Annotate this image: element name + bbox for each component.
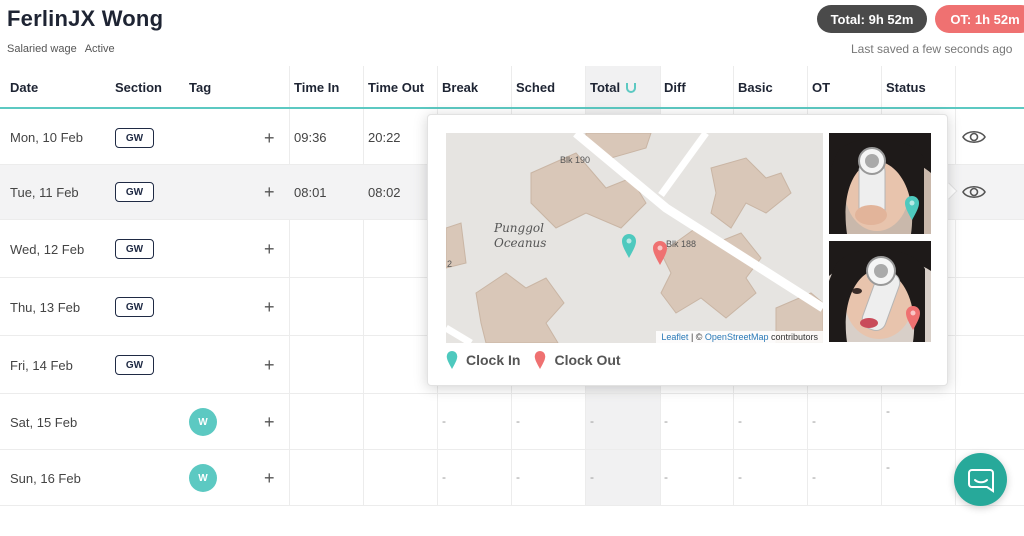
header-sched[interactable]: Sched	[516, 80, 555, 95]
employee-meta: Salaried wage Active	[7, 43, 115, 55]
break-value: -	[442, 470, 446, 484]
eye-icon[interactable]	[962, 184, 986, 200]
status-value: -	[886, 460, 890, 474]
table-row[interactable]: Sat, 15 Feb W + - - - - - - -	[0, 394, 1024, 450]
legend-clock-out: Clock Out	[554, 352, 621, 368]
location-popup: Blk 190 Blk 188 Punggol Oceanus 2 Leafle…	[427, 114, 948, 386]
tag-badge[interactable]: W	[189, 464, 217, 492]
legend-clock-in: Clock In	[466, 352, 521, 368]
add-tag-icon[interactable]: +	[264, 356, 275, 374]
map-label-blk188: Blk 188	[666, 239, 697, 249]
sched-value: -	[516, 470, 520, 484]
total-value: -	[590, 414, 594, 428]
row-date: Fri, 14 Feb	[10, 358, 73, 373]
status-value: -	[886, 404, 890, 418]
eye-icon[interactable]	[962, 129, 986, 145]
row-date: Tue, 11 Feb	[10, 185, 79, 200]
clock-in-pin-icon	[446, 351, 458, 369]
map-label-place: Oceanus	[494, 236, 547, 250]
section-badge[interactable]: GW	[115, 297, 154, 317]
table-row[interactable]: Sun, 16 Feb W + - - - - - - -	[0, 450, 1024, 506]
clock-out-pin-icon	[906, 306, 920, 330]
leaflet-link[interactable]: Leaflet	[661, 332, 688, 342]
section-badge[interactable]: GW	[115, 128, 154, 148]
time-out-value[interactable]: 20:22	[368, 130, 401, 145]
time-in-value[interactable]: 09:36	[294, 130, 327, 145]
clock-in-photo[interactable]	[829, 133, 931, 234]
break-value: -	[442, 414, 446, 428]
employee-name: FerlinJX Wong	[7, 6, 164, 31]
diff-value: -	[664, 470, 668, 484]
total-hours-pill: Total: 9h 52m	[817, 5, 927, 33]
row-date: Thu, 13 Feb	[10, 300, 81, 315]
ot-hours-pill: OT: 1h 52m	[935, 5, 1024, 33]
ot-value: -	[812, 470, 816, 484]
map-legend: Clock In Clock Out	[446, 350, 635, 370]
chat-icon	[967, 468, 994, 493]
chat-launcher-button[interactable]	[954, 453, 1007, 506]
header-diff[interactable]: Diff	[664, 80, 686, 95]
employee-status: Active	[84, 43, 115, 55]
header-break[interactable]: Break	[442, 80, 478, 95]
header-total[interactable]: Total	[590, 80, 637, 95]
row-date: Sun, 16 Feb	[10, 471, 81, 486]
attribution-sep: | ©	[688, 332, 705, 342]
basic-value: -	[738, 470, 742, 484]
time-out-value[interactable]: 08:02	[368, 185, 401, 200]
header-time-out[interactable]: Time Out	[368, 80, 424, 95]
clock-out-pin-icon	[535, 351, 546, 369]
add-tag-icon[interactable]: +	[264, 298, 275, 316]
map-label-blk190: Blk 190	[560, 155, 591, 165]
basic-value: -	[738, 414, 742, 428]
wage-type: Salaried wage	[7, 43, 77, 55]
clock-out-photo[interactable]	[829, 241, 931, 342]
row-date: Mon, 10 Feb	[10, 130, 83, 145]
sched-value: -	[516, 414, 520, 428]
header-section[interactable]: Section	[115, 80, 162, 95]
table-header: Date Section Tag Time In Time Out Break …	[0, 66, 1024, 109]
add-tag-icon[interactable]: +	[264, 183, 275, 201]
tag-badge[interactable]: W	[189, 408, 217, 436]
section-badge[interactable]: GW	[115, 355, 154, 375]
row-date: Wed, 12 Feb	[10, 242, 85, 257]
header-ot[interactable]: OT	[812, 80, 830, 95]
clock-location-map[interactable]: Blk 190 Blk 188 Punggol Oceanus 2 Leafle…	[446, 133, 823, 343]
row-date: Sat, 15 Feb	[10, 415, 78, 430]
total-value: -	[590, 470, 594, 484]
header-status[interactable]: Status	[886, 80, 926, 95]
clock-out-pin-icon[interactable]	[652, 240, 668, 266]
section-badge[interactable]: GW	[115, 239, 154, 259]
last-saved-text: Last saved a few seconds ago	[851, 42, 1013, 56]
header-basic[interactable]: Basic	[738, 80, 773, 95]
time-in-value[interactable]: 08:01	[294, 185, 327, 200]
clock-in-pin-icon[interactable]	[621, 233, 637, 259]
add-tag-icon[interactable]: +	[264, 129, 275, 147]
add-tag-icon[interactable]: +	[264, 469, 275, 487]
header-date[interactable]: Date	[10, 80, 38, 95]
clock-in-pin-icon	[905, 196, 919, 220]
header-time-in[interactable]: Time In	[294, 80, 339, 95]
section-badge[interactable]: GW	[115, 182, 154, 202]
add-tag-icon[interactable]: +	[264, 413, 275, 431]
map-attribution: Leaflet | © OpenStreetMap contributors	[656, 331, 823, 343]
magnet-icon[interactable]	[626, 83, 637, 93]
ot-value: -	[812, 414, 816, 428]
map-label-edge: 2	[447, 259, 453, 269]
attribution-suffix: contributors	[768, 332, 818, 342]
diff-value: -	[664, 414, 668, 428]
osm-link[interactable]: OpenStreetMap	[705, 332, 769, 342]
header-total-label: Total	[590, 80, 621, 95]
add-tag-icon[interactable]: +	[264, 240, 275, 258]
map-label-place: Punggol	[494, 221, 544, 235]
header-tag[interactable]: Tag	[189, 80, 211, 95]
